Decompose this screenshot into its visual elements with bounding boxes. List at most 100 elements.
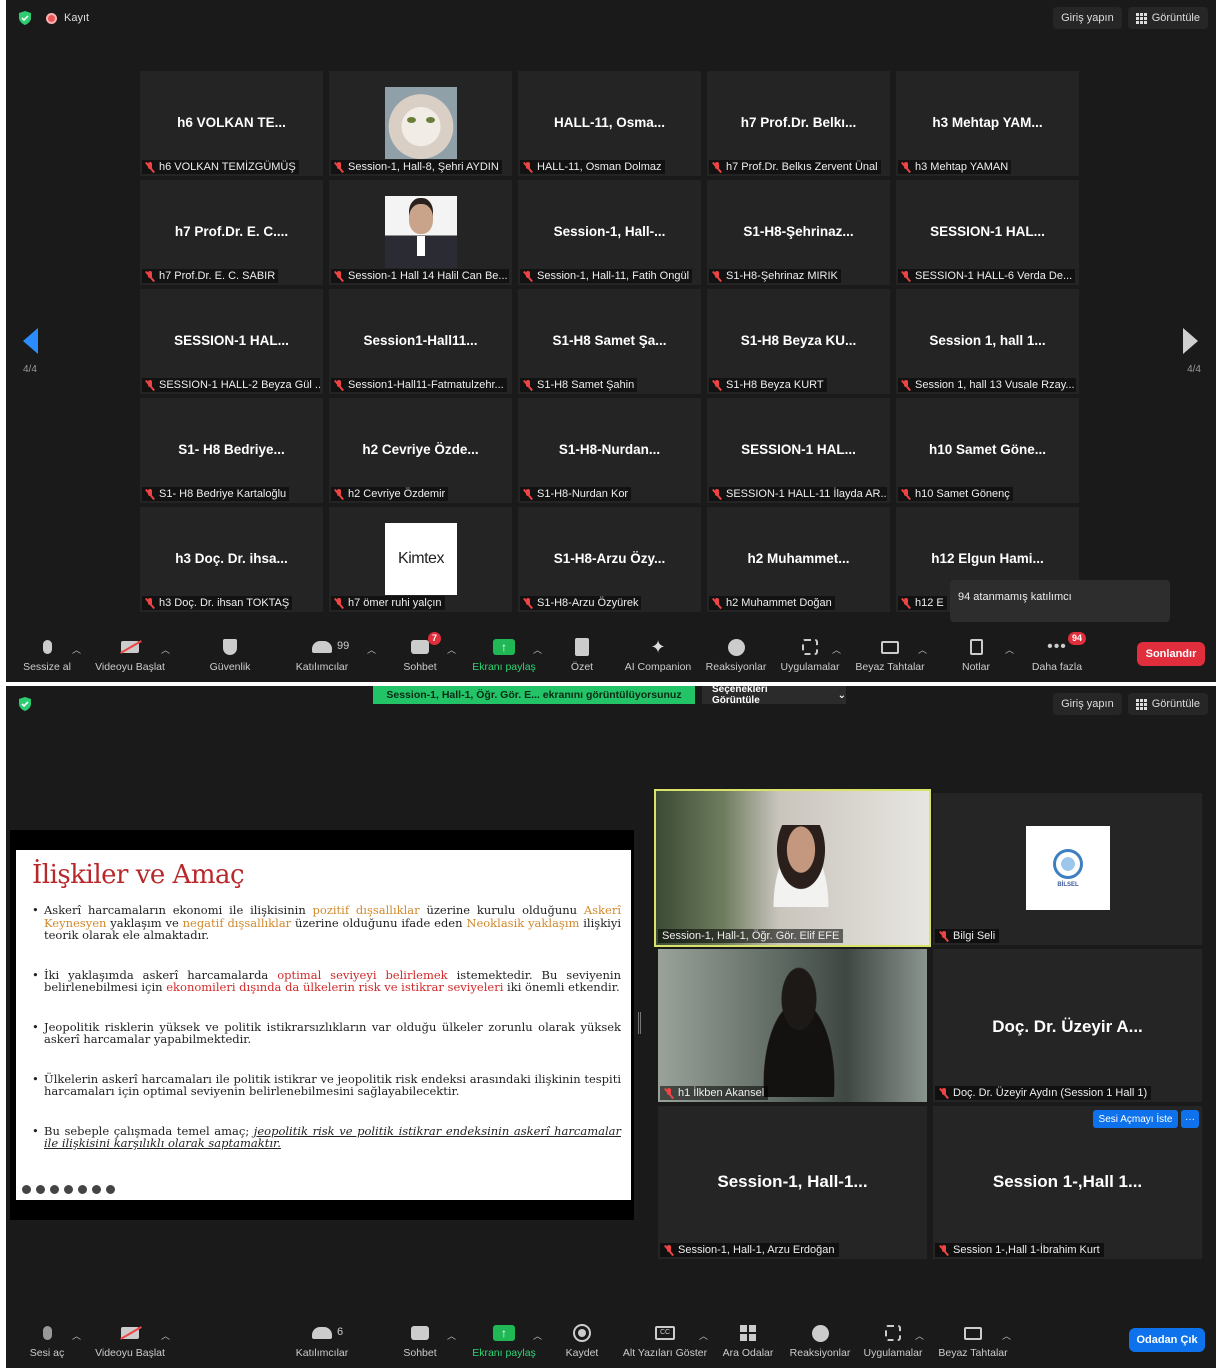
notes-icon xyxy=(969,639,983,655)
participant-display-name: S1- H8 Bedriye... xyxy=(178,442,285,457)
mic-muted-icon xyxy=(145,379,155,391)
chevron-down-icon: ⌄ xyxy=(837,689,846,701)
leave-room-button[interactable]: Odadan Çık xyxy=(1129,1328,1205,1352)
view-button[interactable]: Görüntüle xyxy=(1127,7,1208,29)
previous-page-arrow-icon[interactable] xyxy=(23,328,38,354)
chevron-up-icon[interactable]: ︿ xyxy=(161,1329,170,1342)
share-viewing-banner: Session-1, Hall-1, Öğr. Gör. E... ekranı… xyxy=(373,686,695,704)
participant-tile[interactable]: SESSION-1 HAL... SESSION-1 HALL-6 Verda D… xyxy=(896,180,1079,285)
participant-tile[interactable]: S1-H8-Şehrinaz... S1-H8-Şehrinaz MIRIK xyxy=(707,180,890,285)
participant-tile[interactable]: h2 Muhammet... h2 Muhammet Doğan xyxy=(707,507,890,612)
participant-tile[interactable]: Session-1, Hall-... Session-1, Hall-11, F… xyxy=(518,180,701,285)
chevron-up-icon[interactable]: ︿ xyxy=(72,643,81,656)
ask-to-unmute-button[interactable]: Sesi Açmayı İste xyxy=(1093,1110,1178,1128)
participant-name: S1- H8 Bedriye Kartaloğlu xyxy=(142,487,290,501)
participant-display-name: Session 1, hall 1... xyxy=(929,333,1046,348)
apps-button[interactable]: Uygulamalar xyxy=(765,636,855,673)
participants-button[interactable]: 6 Katılımcılar xyxy=(277,1322,367,1359)
participant-tile[interactable]: S1-H8-Nurdan... S1-H8-Nurdan Kor xyxy=(518,398,701,503)
security-shield-icon[interactable] xyxy=(18,11,32,25)
participant-tile[interactable]: S1- H8 Bedriye... S1- H8 Bedriye Kartaloğ… xyxy=(140,398,323,503)
participant-tile[interactable]: h3 Mehtap YAM... h3 Mehtap YAMAN xyxy=(896,71,1079,176)
chevron-up-icon[interactable]: ︿ xyxy=(832,643,841,656)
participant-tile[interactable]: Session-1, Hall-8, Şehri AYDIN xyxy=(329,71,512,176)
apps-icon xyxy=(802,639,818,655)
shield-icon xyxy=(223,639,237,655)
participant-name: h2 Cevriye Özdemir xyxy=(331,487,449,501)
emoji-icon xyxy=(811,1324,829,1342)
signin-button[interactable]: Giriş yapın xyxy=(1053,693,1122,715)
participant-gallery: h6 VOLKAN TE... h6 VOLKAN TEMİZGÜMÜŞ Sessi… xyxy=(140,71,1085,612)
chevron-up-icon[interactable]: ︿ xyxy=(915,1329,924,1342)
chevron-up-icon[interactable]: ︿ xyxy=(918,643,927,656)
participant-tile[interactable]: h7 Prof.Dr. E. C.... h7 Prof.Dr. E. C. SA… xyxy=(140,180,323,285)
chat-label: Sohbet xyxy=(403,661,437,673)
video-tile-uzeyir[interactable]: Doç. Dr. Üzeyir A... Doç. Dr. Üzeyir Ayd… xyxy=(933,949,1202,1102)
participant-name: Session-1, Hall-11, Fatih Ongül xyxy=(520,269,693,283)
security-button[interactable]: Güvenlik xyxy=(185,636,275,673)
video-tile-active-speaker[interactable]: Session-1, Hall-1, Öğr. Gör. Elif EFE xyxy=(654,789,931,947)
participant-tile[interactable]: S1-H8-Arzu Özy... S1-H8-Arzu Özyürek xyxy=(518,507,701,612)
participant-tile[interactable]: S1-H8 Beyza KU... S1-H8 Beyza KURT xyxy=(707,289,890,394)
participant-tile[interactable]: h10 Samet Göne... h10 Samet Gönenç xyxy=(896,398,1079,503)
view-options-dropdown[interactable]: Seçenekleri Görüntüle ⌄ xyxy=(702,686,846,706)
ai-companion-button[interactable]: ✦ AI Companion xyxy=(613,636,703,673)
participant-tile[interactable]: h6 VOLKAN TE... h6 VOLKAN TEMİZGÜMÜŞ xyxy=(140,71,323,176)
chevron-up-icon[interactable]: ︿ xyxy=(447,643,456,656)
breakout-rooms-icon xyxy=(740,1325,756,1341)
meeting-window-gallery: Kayıt Giriş yapın Görüntüle 4/4 4/4 h6 V… xyxy=(6,0,1216,682)
chevron-up-icon[interactable]: ︿ xyxy=(1002,1329,1011,1342)
participant-display-name: SESSION-1 HAL... xyxy=(174,333,289,348)
participant-name: Bilgi Seli xyxy=(935,929,1000,943)
mic-muted-icon xyxy=(145,161,155,173)
next-page-arrow-icon[interactable] xyxy=(1183,328,1198,354)
tile-more-options-button[interactable]: ··· xyxy=(1181,1110,1199,1128)
participant-display-name: h7 Prof.Dr. Belkı... xyxy=(740,115,857,130)
security-label: Güvenlik xyxy=(209,661,251,673)
participant-name-label: S1-H8 Beyza KURT xyxy=(726,379,824,391)
participant-tile[interactable]: SESSION-1 HAL... SESSION-1 HALL-2 Beyza G… xyxy=(140,289,323,394)
participant-tile[interactable]: Session 1, hall 1... Session 1, hall 13 V… xyxy=(896,289,1079,394)
participant-display-name: h6 VOLKAN TE... xyxy=(177,115,286,130)
video-tile-h1[interactable]: h1 İlkben Akansel xyxy=(658,949,927,1102)
more-button[interactable]: ••• 94 Daha fazla xyxy=(1012,632,1102,673)
recording-label[interactable]: Kayıt xyxy=(64,12,89,24)
participant-tile[interactable]: S1-H8 Samet Şa... S1-H8 Samet Şahin xyxy=(518,289,701,394)
chevron-up-icon[interactable]: ︿ xyxy=(72,1329,81,1342)
participant-display-name: S1-H8-Şehrinaz... xyxy=(743,224,854,239)
participants-button[interactable]: 99 Katılımcılar xyxy=(277,636,367,673)
record-button[interactable]: Kaydet xyxy=(537,1322,627,1359)
video-tile-arzu[interactable]: Session-1, Hall-1... Session-1, Hall-1, … xyxy=(658,1106,927,1259)
participant-name-label: h3 Doç. Dr. ihsan TOKTAŞ xyxy=(159,597,290,609)
chevron-up-icon[interactable]: ︿ xyxy=(447,1329,456,1342)
signin-button[interactable]: Giriş yapın xyxy=(1053,7,1122,29)
end-meeting-button[interactable]: Sonlandır xyxy=(1137,642,1205,666)
notes-label: Notlar xyxy=(961,661,990,673)
shared-screen[interactable]: İlişkiler ve Amaç Askerî harcamaların ek… xyxy=(10,830,634,1220)
chevron-up-icon[interactable]: ︿ xyxy=(161,643,170,656)
meeting-window-screenshare: Session-1, Hall-1, Öğr. Gör. E... ekranı… xyxy=(6,686,1216,1368)
participant-tile[interactable]: h2 Cevriye Özde... h2 Cevriye Özdemir xyxy=(329,398,512,503)
participant-tile[interactable]: HALL-11, Osma... HALL-11, Osman Dolmaz xyxy=(518,71,701,176)
resize-handle[interactable] xyxy=(638,1012,641,1034)
participant-tile[interactable]: h7 Prof.Dr. Belkı... h7 Prof.Dr. Belkıs Z… xyxy=(707,71,890,176)
participant-name: h7 Prof.Dr. Belkıs Zervent Ünal xyxy=(709,160,881,174)
captions-button[interactable]: CC Alt Yazıları Göster xyxy=(620,1322,710,1359)
participant-video xyxy=(766,825,836,907)
security-shield-icon[interactable] xyxy=(18,697,32,711)
participant-tile[interactable]: Session-1 Hall 14 Halil Can Be... xyxy=(329,180,512,285)
participant-display-name: h7 Prof.Dr. E. C.... xyxy=(174,224,289,239)
participant-name: HALL-11, Osman Dolmaz xyxy=(520,160,665,174)
participant-tile[interactable]: Session1-Hall11... Session1-Hall11-Fatmat… xyxy=(329,289,512,394)
participant-name: Session-1, Hall-1, Öğr. Gör. Elif EFE xyxy=(658,929,844,943)
video-tile-bilgi-seli[interactable]: BİLSEL Bilgi Seli xyxy=(933,793,1202,945)
participant-tile[interactable]: SESSION-1 HAL... SESSION-1 HALL-11 İlayda… xyxy=(707,398,890,503)
participant-tile[interactable]: h3 Doç. Dr. ihsa... h3 Doç. Dr. ihsan TOK… xyxy=(140,507,323,612)
video-tile-ibrahim[interactable]: Session 1-,Hall 1... Session 1-,Hall 1-İ… xyxy=(933,1106,1202,1259)
microphone-icon xyxy=(42,640,52,654)
participant-name: SESSION-1 HALL-2 Beyza Gül ... xyxy=(142,378,320,392)
apps-button[interactable]: Uygulamalar xyxy=(848,1322,938,1359)
slide-toolbar[interactable] xyxy=(22,1185,115,1194)
view-button[interactable]: Görüntüle xyxy=(1127,693,1208,715)
participant-tile[interactable]: Kimtex h7 ömer ruhi yalçın xyxy=(329,507,512,612)
